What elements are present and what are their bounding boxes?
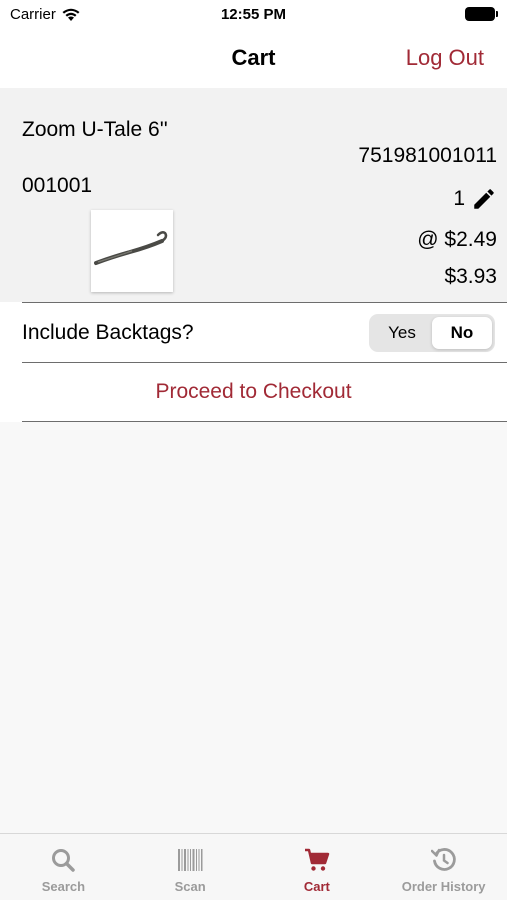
proceed-to-checkout-button[interactable]: Proceed to Checkout [0,380,507,404]
backtags-no-option[interactable]: No [432,317,492,349]
soft-bait-image [94,231,168,265]
divider [22,362,507,363]
divider [22,421,507,422]
tab-scan-label: Scan [174,879,206,894]
navigation-bar: Cart Log Out [0,30,507,88]
item-quantity: 1 [453,187,465,210]
tab-search[interactable]: Search [0,834,127,900]
backtags-yes-option[interactable]: Yes [372,317,432,349]
tab-bar: Search Scan Cart Order History [0,833,507,900]
tab-order-history[interactable]: Order History [380,834,507,900]
history-icon [430,848,456,871]
tab-search-label: Search [41,879,86,894]
line-total: $3.93 [444,265,497,288]
search-icon [52,849,76,872]
quantity-row: 1 [453,186,497,212]
item-name: Zoom U-Tale 6'' [22,118,168,141]
item-sku: 001001 [22,174,93,197]
status-bar: Carrier 12:55 PM [0,0,507,30]
cart-item[interactable]: Zoom U-Tale 6'' 751981001011 001001 1 @ … [0,88,507,303]
backtags-row: Include Backtags? Yes No [0,302,507,362]
divider [22,302,507,303]
tab-cart[interactable]: Cart [254,834,381,900]
cart-content: Zoom U-Tale 6'' 751981001011 001001 1 @ … [0,88,507,833]
battery-icon [465,7,498,21]
logout-button[interactable]: Log Out [406,45,484,71]
tab-cart-label: Cart [303,879,330,894]
pencil-icon[interactable] [471,186,497,212]
cart-icon [304,848,330,871]
checkout-row: Proceed to Checkout [0,362,507,422]
barcode-icon [178,849,203,871]
tab-scan[interactable]: Scan [127,834,254,900]
product-image [91,210,173,292]
tab-order-history-label: Order History [401,879,486,894]
backtags-label: Include Backtags? [22,321,194,344]
backtags-toggle[interactable]: Yes No [369,314,495,352]
status-time: 12:55 PM [220,6,287,23]
unit-price: @ $2.49 [417,228,497,251]
item-upc: 751981001011 [358,144,497,167]
